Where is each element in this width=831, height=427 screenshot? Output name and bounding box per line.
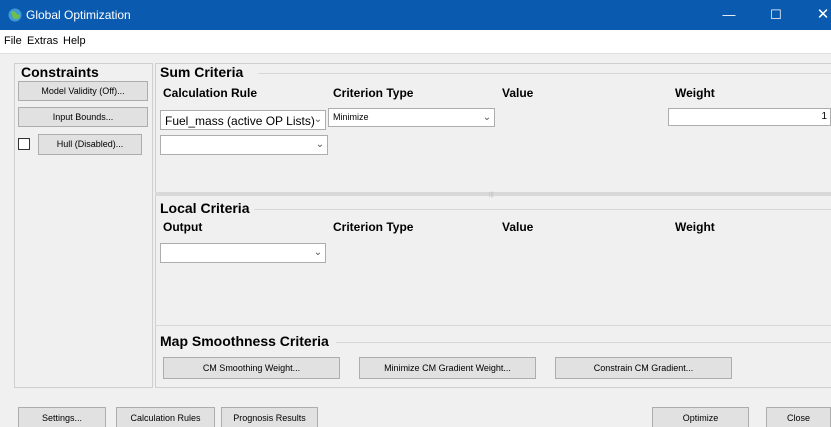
sum-weight-value-1: 1: [821, 111, 827, 122]
hull-button[interactable]: Hull (Disabled)...: [38, 134, 142, 155]
chevron-down-icon: ⌄: [313, 247, 323, 258]
map-smoothness-title: Map Smoothness Criteria: [160, 333, 329, 349]
prognosis-results-button[interactable]: Prognosis Results: [221, 407, 318, 427]
sum-rule-value-1: Fuel_mass (active OP Lists): [165, 114, 315, 128]
window-title: Global Optimization: [26, 8, 131, 22]
sum-header-type: Criterion Type: [333, 86, 414, 100]
grip-icon: |||: [489, 192, 494, 198]
menu-extras[interactable]: Extras: [27, 35, 58, 47]
local-header-value: Value: [502, 220, 534, 234]
local-criteria-title: Local Criteria: [160, 200, 250, 216]
minimize-button[interactable]: —: [712, 0, 746, 30]
map-smoothness-divider: [336, 342, 831, 343]
local-header-output: Output: [163, 220, 203, 234]
settings-button[interactable]: Settings...: [18, 407, 106, 427]
chevron-down-icon: ⌄: [482, 112, 492, 123]
chevron-down-icon: ⌄: [315, 139, 325, 150]
cm-smoothing-weight-button[interactable]: CM Smoothing Weight...: [163, 357, 340, 379]
map-smoothness-top-line: [155, 325, 831, 326]
local-header-weight: Weight: [675, 220, 715, 234]
sum-type-select-1[interactable]: Minimize ⌄: [328, 108, 495, 127]
globe-icon: [8, 8, 22, 22]
local-criteria-divider: [254, 209, 831, 210]
input-bounds-button[interactable]: Input Bounds...: [18, 107, 148, 127]
sum-criteria-divider: [258, 73, 831, 74]
model-validity-button[interactable]: Model Validity (Off)...: [18, 81, 148, 101]
optimize-button[interactable]: Optimize: [652, 407, 749, 427]
constraints-title: Constraints: [21, 64, 99, 80]
calculation-rules-button[interactable]: Calculation Rules: [116, 407, 215, 427]
menu-file[interactable]: File: [4, 35, 22, 47]
hull-checkbox[interactable]: [18, 138, 30, 150]
sum-weight-input-1[interactable]: 1: [668, 108, 831, 126]
constrain-cm-gradient-button[interactable]: Constrain CM Gradient...: [555, 357, 732, 379]
sum-rule-select-2[interactable]: ⌄: [160, 135, 328, 155]
maximize-button[interactable]: ☐: [759, 0, 793, 30]
sum-header-value: Value: [502, 86, 534, 100]
local-output-select-1[interactable]: ⌄: [160, 243, 326, 263]
close-button[interactable]: Close: [766, 407, 831, 427]
section-splitter[interactable]: |||: [155, 192, 831, 198]
sum-type-value-1: Minimize: [333, 112, 369, 122]
sum-header-weight: Weight: [675, 86, 715, 100]
sum-criteria-title: Sum Criteria: [160, 64, 244, 80]
sum-rule-select-1[interactable]: Fuel_mass (active OP Lists) ⌄: [160, 110, 326, 130]
menu-help[interactable]: Help: [63, 35, 86, 47]
minimize-cm-gradient-button[interactable]: Minimize CM Gradient Weight...: [359, 357, 536, 379]
menu-bar: File Extras Help: [0, 30, 831, 54]
local-header-type: Criterion Type: [333, 220, 414, 234]
sum-header-rule: Calculation Rule: [163, 86, 258, 100]
title-bar: Global Optimization — ☐ ✕: [0, 0, 831, 30]
chevron-down-icon: ⌄: [313, 114, 323, 125]
close-window-button[interactable]: ✕: [806, 0, 831, 30]
